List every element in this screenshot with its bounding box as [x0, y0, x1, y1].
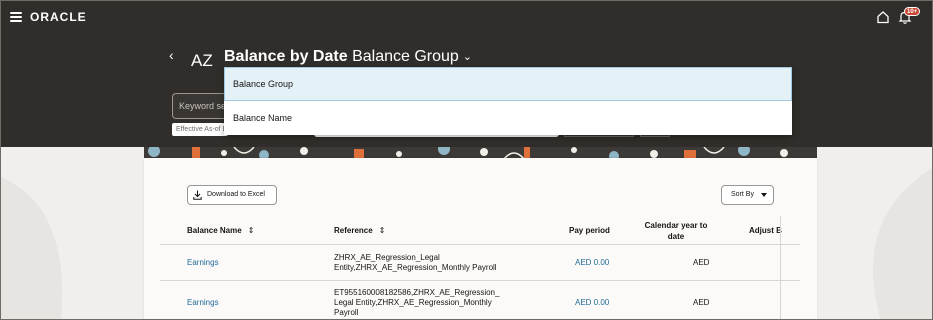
pay-period-value[interactable]: AED 0.00 [575, 298, 609, 308]
oracle-logo[interactable]: ORACLE [30, 10, 87, 24]
column-header-label: Reference [334, 226, 373, 235]
effective-date-field[interactable]: Effective As-of Date [172, 123, 228, 136]
person-initials: AZ [191, 51, 213, 70]
pay-period-value[interactable]: AED 0.00 [575, 258, 609, 268]
keyword-search-input[interactable]: Keyword search [172, 93, 230, 119]
column-header-reference[interactable]: Reference ⇕ [334, 225, 385, 236]
reference-line: Payroll [334, 308, 359, 317]
global-header: ORACLE 10+ [1, 1, 932, 33]
reference-line: ET955160008182586,ZHRX_AE_Regression_ [334, 288, 500, 297]
app-window: ORACLE 10+ ‹ AZ Balance by Date Balance … [0, 0, 933, 320]
download-to-excel-button[interactable]: Download to Excel [187, 185, 277, 205]
reference-line: Legal Entity,ZHRX_AE_Regression_Monthly [334, 298, 492, 307]
column-header-adjust-balance: Adjust B [749, 226, 782, 235]
sort-by-label: Sort By [731, 191, 754, 198]
balance-name-link[interactable]: Earnings [187, 298, 219, 308]
page-title[interactable]: Balance by Date Balance Group ⌄ [224, 47, 472, 67]
ytd-value: AED [693, 258, 710, 267]
column-divider [780, 216, 781, 319]
reference-line: ZHRX_AE_Regression_Legal [334, 253, 440, 262]
download-icon [193, 190, 202, 200]
row-divider [160, 244, 800, 245]
notification-count-badge: 10+ [904, 7, 921, 16]
dropdown-option-balance-name[interactable]: Balance Name [224, 101, 792, 135]
page-title-main: Balance by Date [224, 48, 348, 66]
caret-down-icon [761, 193, 767, 197]
column-header-pay-period: Pay period [569, 226, 610, 235]
chevron-down-icon[interactable]: ⌄ [463, 47, 472, 67]
balance-name-link[interactable]: Earnings [187, 258, 219, 268]
column-header-calendar-ytd: Calendar year to date [644, 221, 708, 241]
view-selector-label: Balance Group [352, 48, 459, 66]
ytd-value: AED [693, 298, 710, 307]
sort-icon[interactable]: ⇕ [248, 225, 255, 236]
back-chevron-icon[interactable]: ‹ [169, 48, 174, 62]
reference-line: Entity,ZHRX_AE_Regression_Monthly Payrol… [334, 263, 497, 272]
home-icon[interactable] [876, 10, 890, 24]
menu-icon[interactable] [10, 12, 22, 22]
column-header-label: Balance Name [187, 226, 242, 235]
download-label: Download to Excel [207, 191, 265, 198]
sort-by-button[interactable]: Sort By [721, 185, 774, 205]
row-divider [160, 280, 800, 281]
sort-icon[interactable]: ⇕ [379, 225, 386, 236]
dropdown-option-balance-group[interactable]: Balance Group [224, 67, 792, 101]
column-header-balance-name[interactable]: Balance Name ⇕ [187, 225, 254, 236]
view-selector-dropdown: Balance Group Balance Name [224, 67, 792, 135]
